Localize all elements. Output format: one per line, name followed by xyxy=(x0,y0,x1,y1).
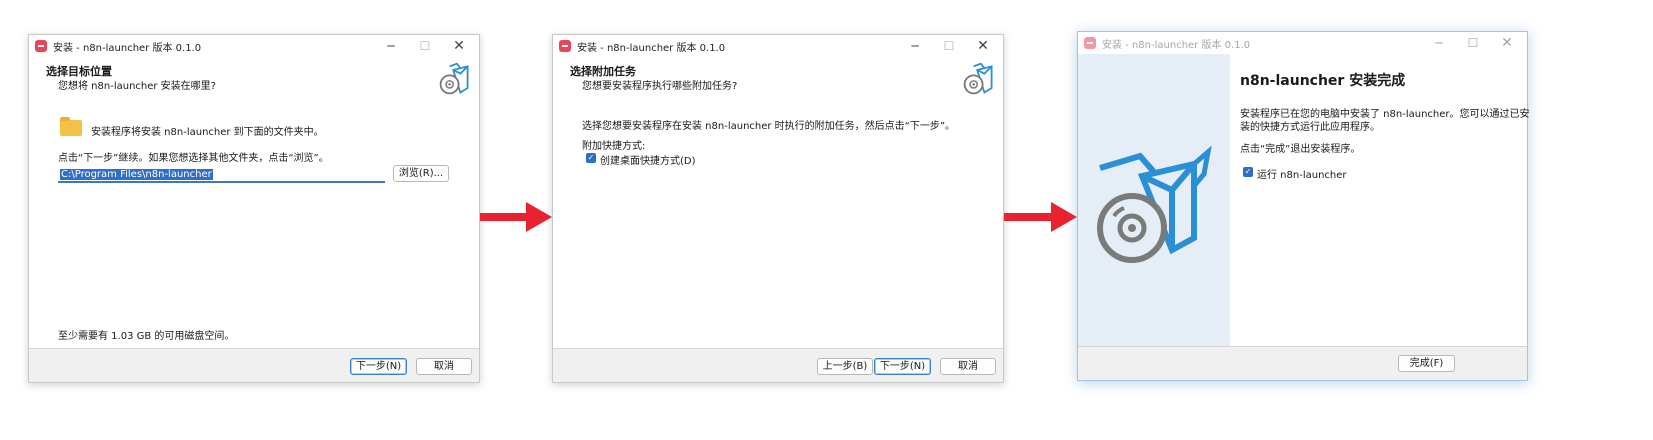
cancel-button[interactable]: 取消 xyxy=(940,358,996,375)
app-icon xyxy=(35,40,47,52)
back-button[interactable]: 上一步(B) xyxy=(817,358,873,375)
title-bar[interactable]: 安装 - n8n-launcher 版本 0.1.0 ─ ☐ ✕ xyxy=(29,35,479,57)
minimize-icon[interactable]: ─ xyxy=(375,35,407,57)
minimize-icon[interactable]: ─ xyxy=(899,35,931,57)
title-bar[interactable]: 安装 - n8n-launcher 版本 0.1.0 ─ ☐ ✕ xyxy=(553,35,1003,57)
installer-box-icon xyxy=(963,62,993,95)
installer-box-icon xyxy=(439,62,469,95)
app-icon xyxy=(559,40,571,52)
page-subtitle: 您想将 n8n-launcher 安装在哪里? xyxy=(58,81,216,92)
close-icon[interactable]: ✕ xyxy=(1491,32,1523,54)
setup-window-destination: 安装 - n8n-launcher 版本 0.1.0 ─ ☐ ✕ 选择目标位置 … xyxy=(28,34,480,383)
cancel-button[interactable]: 取消 xyxy=(416,358,472,375)
wizard-footer: 上一步(B) 下一步(N) 取消 xyxy=(553,348,1003,382)
exit-instruction: 点击“完成”退出安装程序。 xyxy=(1240,144,1361,155)
next-button[interactable]: 下一步(N) xyxy=(350,358,407,375)
minimize-icon[interactable]: ─ xyxy=(1423,32,1455,54)
wizard-header: 选择目标位置 您想将 n8n-launcher 安装在哪里? xyxy=(29,57,479,115)
wizard-body: 选择您想要安装程序在安装 n8n-launcher 时执行的附加任务，然后点击“… xyxy=(553,115,1003,348)
finish-title: n8n-launcher 安装完成 xyxy=(1240,73,1406,89)
desktop-shortcut-label[interactable]: 创建桌面快捷方式(D) xyxy=(600,152,696,167)
maximize-icon[interactable]: ☐ xyxy=(1457,32,1489,54)
tasks-description: 选择您想要安装程序在安装 n8n-launcher 时执行的附加任务，然后点击“… xyxy=(582,121,956,132)
folder-description: 安装程序将安装 n8n-launcher 到下面的文件夹中。 xyxy=(91,127,324,138)
wizard-header: 选择附加任务 您想要安装程序执行哪些附加任务? xyxy=(553,57,1003,115)
install-path-input[interactable]: C:\Program Files\n8n-launcher xyxy=(58,165,385,183)
window-title: 安装 - n8n-launcher 版本 0.1.0 xyxy=(53,43,202,54)
window-title: 安装 - n8n-launcher 版本 0.1.0 xyxy=(577,43,726,54)
close-icon[interactable]: ✕ xyxy=(443,35,475,57)
next-button[interactable]: 下一步(N) xyxy=(874,358,931,375)
window-title: 安装 - n8n-launcher 版本 0.1.0 xyxy=(1102,40,1251,51)
run-app-label[interactable]: 运行 n8n-launcher xyxy=(1257,166,1347,181)
wizard-body: 安装程序将安装 n8n-launcher 到下面的文件夹中。 点击“下一步”继续… xyxy=(29,115,479,348)
wizard-footer: 下一步(N) 取消 xyxy=(29,348,479,382)
finish-button[interactable]: 完成(F) xyxy=(1398,355,1455,372)
wizard-footer: 完成(F) xyxy=(1078,346,1527,380)
maximize-icon[interactable]: ☐ xyxy=(933,35,965,57)
finish-text-line-2: 装的快捷方式运行此应用程序。 xyxy=(1240,122,1380,133)
title-bar[interactable]: 安装 - n8n-launcher 版本 0.1.0 ─ ☐ ✕ xyxy=(1078,32,1527,54)
page-subtitle: 您想要安装程序执行哪些附加任务? xyxy=(582,81,738,92)
desktop-shortcut-checkbox[interactable]: ✓ xyxy=(586,153,596,163)
app-icon xyxy=(1084,37,1096,49)
flow-arrow-icon xyxy=(1004,202,1077,232)
close-icon[interactable]: ✕ xyxy=(967,35,999,57)
run-app-checkbox[interactable]: ✓ xyxy=(1243,167,1253,177)
folder-icon xyxy=(60,117,82,136)
flow-arrow-icon xyxy=(480,202,552,232)
shortcut-group-label: 附加快捷方式: xyxy=(582,141,646,152)
install-path-value: C:\Program Files\n8n-launcher xyxy=(60,169,213,180)
browse-button[interactable]: 浏览(R)... xyxy=(393,165,449,182)
disk-space-text: 至少需要有 1.03 GB 的可用磁盘空间。 xyxy=(58,331,235,342)
installer-box-disc-icon xyxy=(1097,146,1212,263)
setup-window-tasks: 安装 - n8n-launcher 版本 0.1.0 ─ ☐ ✕ 选择附加任务 … xyxy=(552,34,1004,383)
wizard-side-panel xyxy=(1078,54,1230,346)
setup-window-finish: 安装 - n8n-launcher 版本 0.1.0 ─ ☐ ✕ n8n-lau… xyxy=(1077,31,1530,381)
maximize-icon[interactable]: ☐ xyxy=(409,35,441,57)
instruction-text: 点击“下一步”继续。如果您想选择其他文件夹，点击“浏览”。 xyxy=(58,153,329,164)
